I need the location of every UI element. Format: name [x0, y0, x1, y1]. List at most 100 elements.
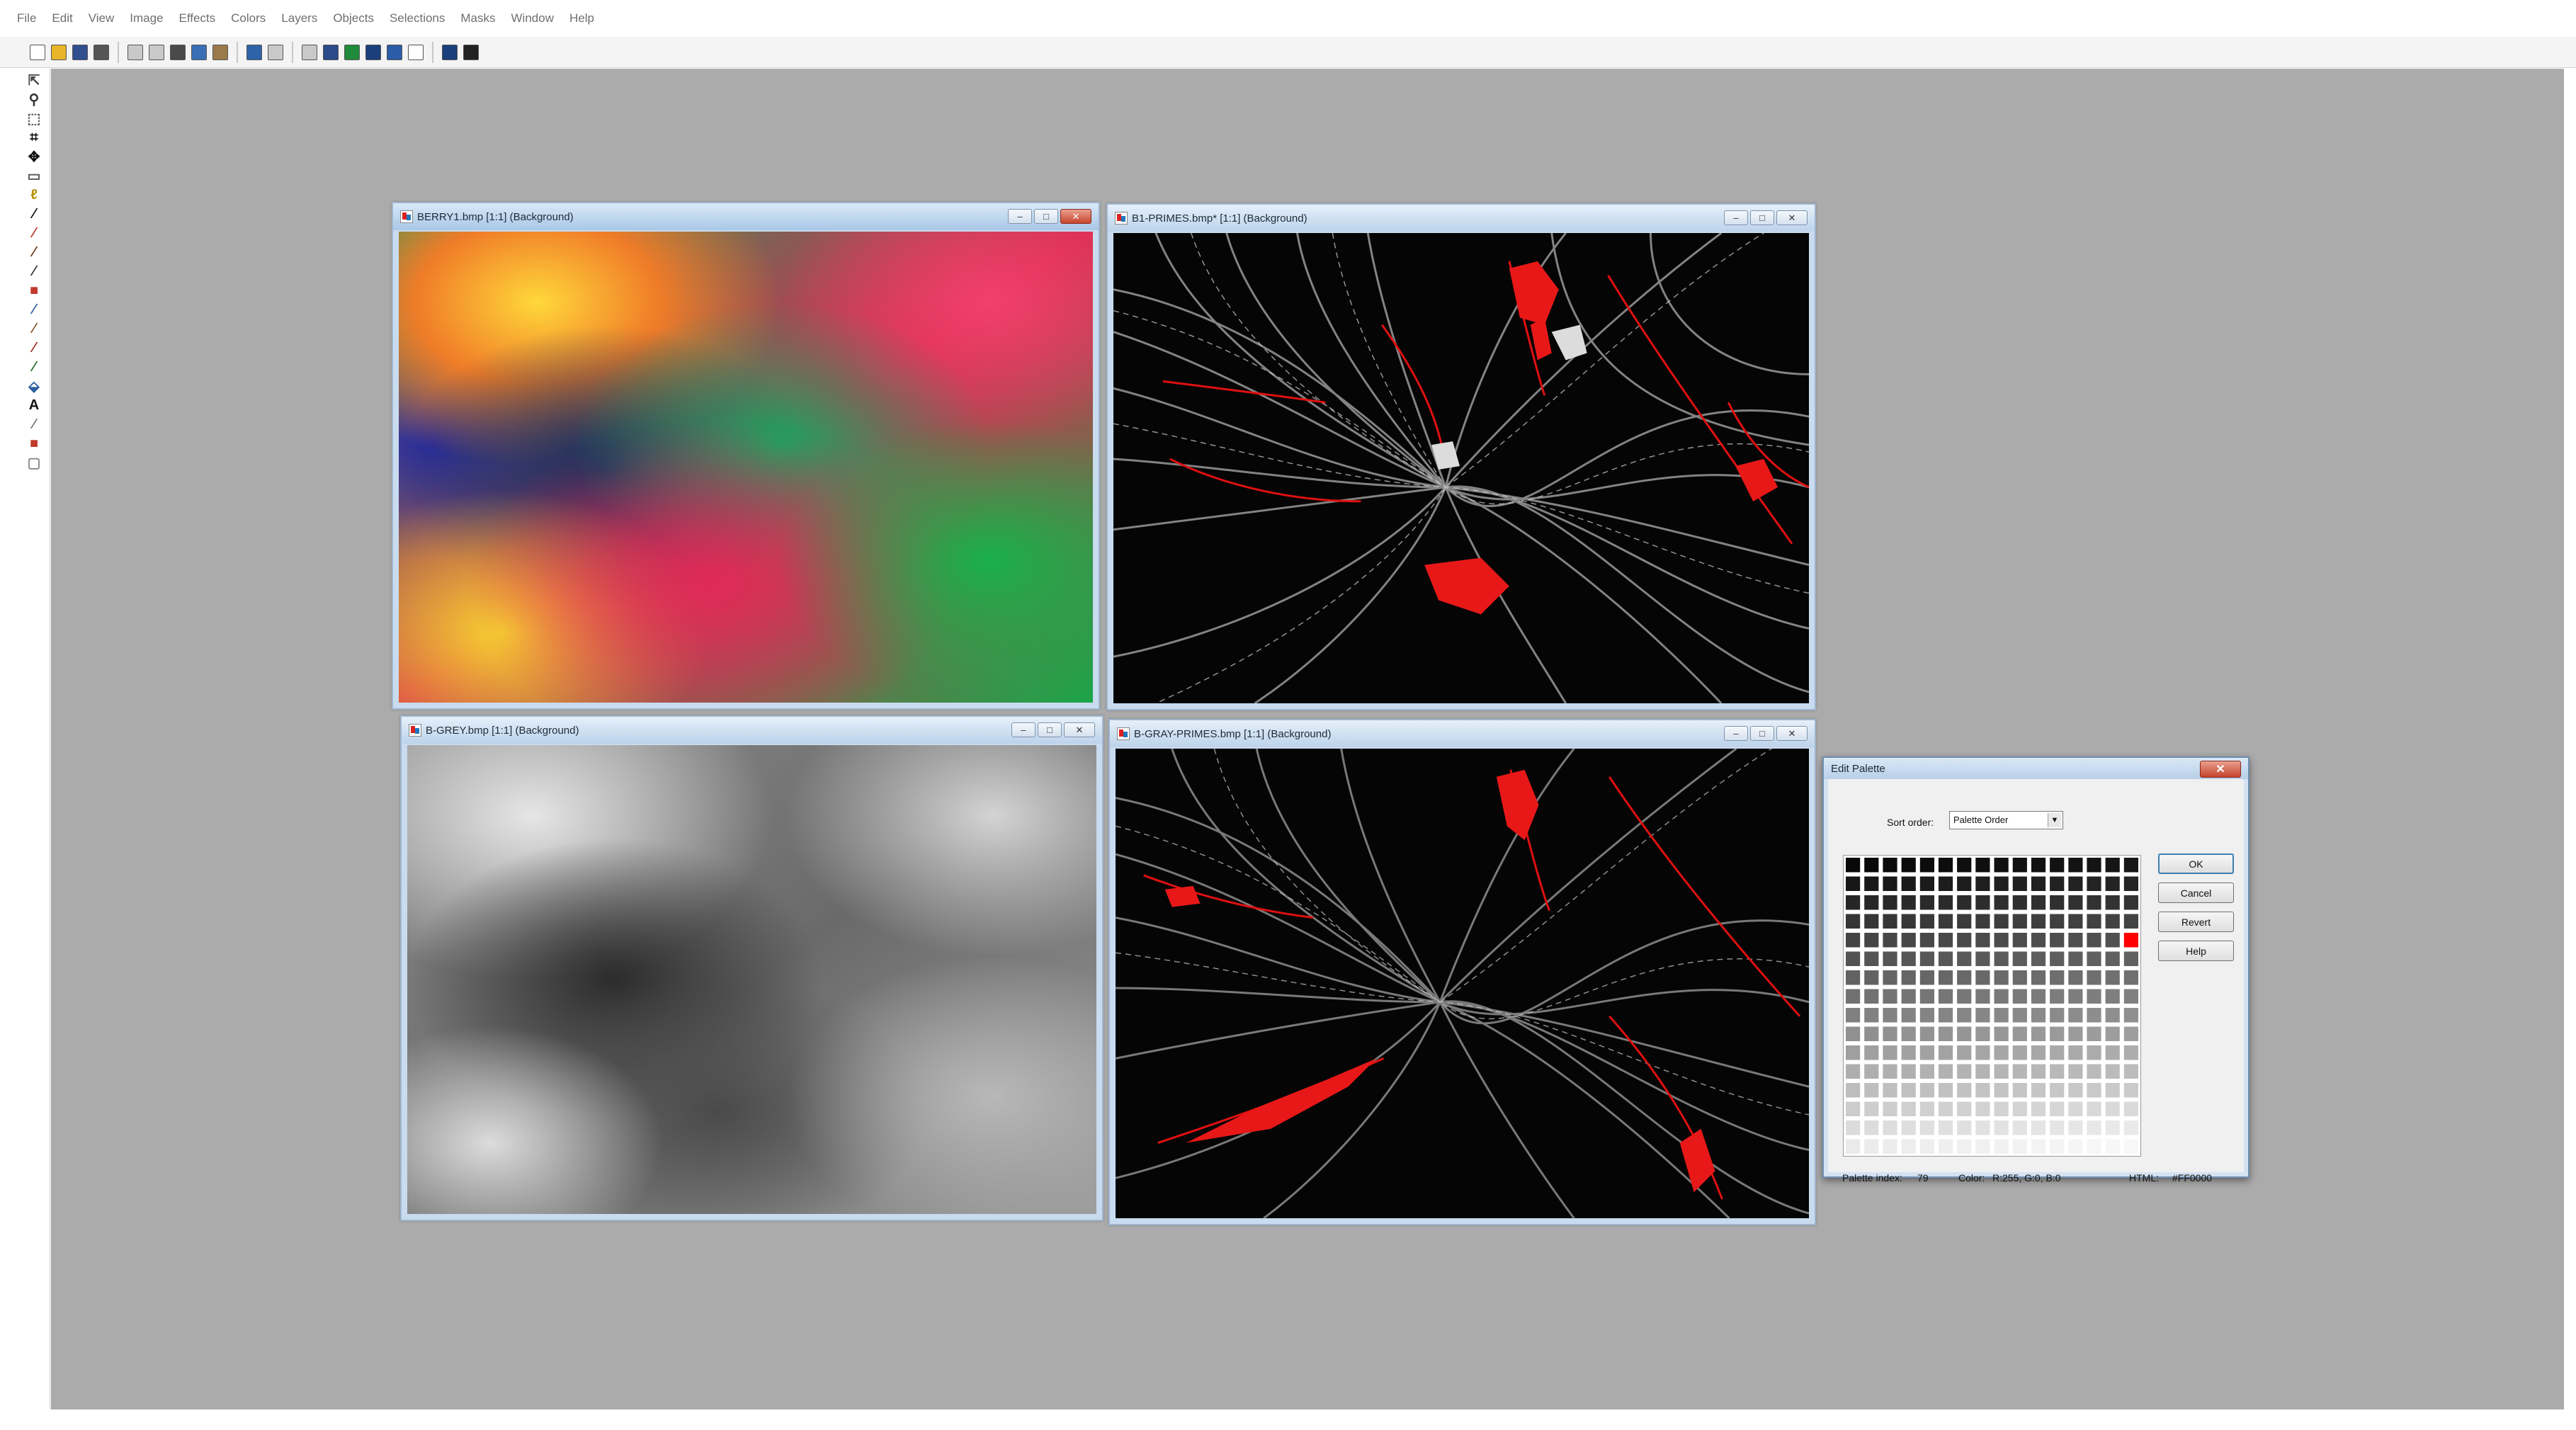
palette-swatch[interactable]: [2031, 933, 2046, 948]
palette-swatch[interactable]: [1938, 895, 1953, 910]
palette-swatch[interactable]: [1864, 858, 1879, 873]
palette-swatch[interactable]: [2031, 1064, 2046, 1079]
palette-swatch[interactable]: [1957, 1045, 1972, 1060]
palette-swatch[interactable]: [1883, 1101, 1897, 1117]
palette-swatch[interactable]: [1864, 1120, 1879, 1135]
palette-swatch[interactable]: [1919, 876, 1934, 892]
palette-swatch[interactable]: [2105, 970, 2120, 985]
dropper-icon[interactable]: ⁄: [23, 225, 45, 241]
palette-swatch[interactable]: [2123, 1008, 2138, 1023]
palette-swatch[interactable]: [2087, 1101, 2101, 1117]
palette-swatch[interactable]: [1994, 1008, 2009, 1023]
palette-swatch[interactable]: [2012, 1064, 2027, 1079]
palette-swatch[interactable]: [2068, 876, 2083, 892]
palette-swatch[interactable]: [2068, 933, 2083, 948]
palette-swatch[interactable]: [2050, 1064, 2065, 1079]
palette-swatch[interactable]: [2068, 914, 2083, 929]
menu-layers[interactable]: Layers: [281, 11, 317, 25]
palette-swatch[interactable]: [1883, 1083, 1897, 1098]
palette-swatch[interactable]: [2123, 1120, 2138, 1135]
palette-swatch[interactable]: [1975, 1045, 1990, 1060]
palette-swatch[interactable]: [2123, 989, 2138, 1004]
palette-swatch[interactable]: [2105, 989, 2120, 1004]
palette-swatch[interactable]: [1864, 876, 1879, 892]
window-titlebar[interactable]: BERRY1.bmp [1:1] (Background) – □ ✕: [393, 203, 1099, 230]
palette-swatch[interactable]: [1957, 1083, 1972, 1098]
paintbrush-icon[interactable]: ⁄: [23, 244, 45, 260]
menu-selections[interactable]: Selections: [390, 11, 445, 25]
palette-swatch[interactable]: [2031, 951, 2046, 967]
palette-swatch[interactable]: [1975, 1139, 1990, 1154]
menu-view[interactable]: View: [89, 11, 115, 25]
palette-swatch[interactable]: [1994, 1101, 2009, 1117]
palette-swatch[interactable]: [1864, 951, 1879, 967]
sort-order-dropdown[interactable]: Palette Order ▼: [1949, 811, 2063, 829]
palette-swatch[interactable]: [2012, 933, 2027, 948]
palette-swatch[interactable]: [1919, 895, 1934, 910]
palette-swatch[interactable]: [1883, 876, 1897, 892]
maximize-button[interactable]: □: [1034, 209, 1058, 224]
palette-swatch[interactable]: [1919, 858, 1934, 873]
palette-swatch[interactable]: [1975, 1026, 1990, 1042]
menu-help[interactable]: Help: [569, 11, 594, 25]
palette-swatch[interactable]: [1883, 858, 1897, 873]
palette-swatch[interactable]: [2050, 970, 2065, 985]
layer-palette-button[interactable]: [364, 43, 382, 62]
palette-swatch[interactable]: [1846, 951, 1861, 967]
browse-button[interactable]: [245, 43, 263, 62]
palette-swatch[interactable]: [1994, 858, 2009, 873]
palette-swatch[interactable]: [2123, 858, 2138, 873]
palette-swatch[interactable]: [1846, 858, 1861, 873]
palette-swatch[interactable]: [1975, 858, 1990, 873]
ok-button[interactable]: OK: [2158, 853, 2234, 874]
palette-swatch[interactable]: [1864, 1083, 1879, 1098]
palette-swatch[interactable]: [1975, 914, 1990, 929]
help-button[interactable]: [441, 43, 459, 62]
menu-colors[interactable]: Colors: [231, 11, 266, 25]
window-titlebar[interactable]: B-GRAY-PRIMES.bmp [1:1] (Background) – □…: [1110, 720, 1815, 747]
palette-swatch[interactable]: [1919, 951, 1934, 967]
palette-swatch[interactable]: [1901, 1101, 1916, 1117]
crop-icon[interactable]: ⌗: [23, 130, 45, 145]
palette-swatch[interactable]: [2012, 970, 2027, 985]
palette-swatch[interactable]: [2012, 1101, 2027, 1117]
palette-swatch[interactable]: [2087, 895, 2101, 910]
retouch-icon[interactable]: ⁄: [23, 302, 45, 317]
mover-icon[interactable]: ✥: [23, 149, 45, 165]
palette-swatch[interactable]: [1994, 895, 2009, 910]
close-button[interactable]: ✕: [1776, 726, 1808, 741]
palette-swatch[interactable]: [2123, 914, 2138, 929]
palette-swatch[interactable]: [1864, 1064, 1879, 1079]
palette-swatch[interactable]: [2050, 951, 2065, 967]
palette-swatch[interactable]: [2050, 914, 2065, 929]
palette-swatch[interactable]: [1846, 933, 1861, 948]
picture-tube-icon[interactable]: ⁄: [23, 340, 45, 356]
palette-swatch[interactable]: [1994, 1064, 2009, 1079]
palette-swatch[interactable]: [1901, 895, 1916, 910]
palette-swatch[interactable]: [1883, 970, 1897, 985]
palette-swatch[interactable]: [1846, 989, 1861, 1004]
menu-file[interactable]: File: [17, 11, 36, 25]
palette-swatch[interactable]: [1994, 1120, 2009, 1135]
palette-swatch[interactable]: [1919, 970, 1934, 985]
palette-swatch[interactable]: [1994, 951, 2009, 967]
palette-swatch[interactable]: [1901, 1026, 1916, 1042]
palette-swatch[interactable]: [2050, 1120, 2065, 1135]
palette-swatch[interactable]: [2123, 1064, 2138, 1079]
cancel-button[interactable]: Cancel: [2158, 883, 2234, 903]
palette-grid[interactable]: [1843, 855, 2141, 1157]
palette-swatch[interactable]: [2012, 1120, 2027, 1135]
draw-icon[interactable]: ⁄: [23, 416, 45, 432]
airbrush-icon[interactable]: ⁄: [23, 359, 45, 375]
histogram-button[interactable]: [407, 43, 425, 62]
palette-swatch[interactable]: [1994, 989, 2009, 1004]
palette-swatch[interactable]: [1846, 970, 1861, 985]
maximize-button[interactable]: □: [1038, 722, 1062, 737]
palette-swatch[interactable]: [2031, 1083, 2046, 1098]
palette-swatch[interactable]: [1883, 1045, 1897, 1060]
palette-swatch[interactable]: [1975, 1008, 1990, 1023]
palette-swatch[interactable]: [2105, 1045, 2120, 1060]
palette-swatch[interactable]: [2123, 895, 2138, 910]
palette-swatch[interactable]: [1994, 1139, 2009, 1154]
palette-swatch[interactable]: [1846, 1026, 1861, 1042]
